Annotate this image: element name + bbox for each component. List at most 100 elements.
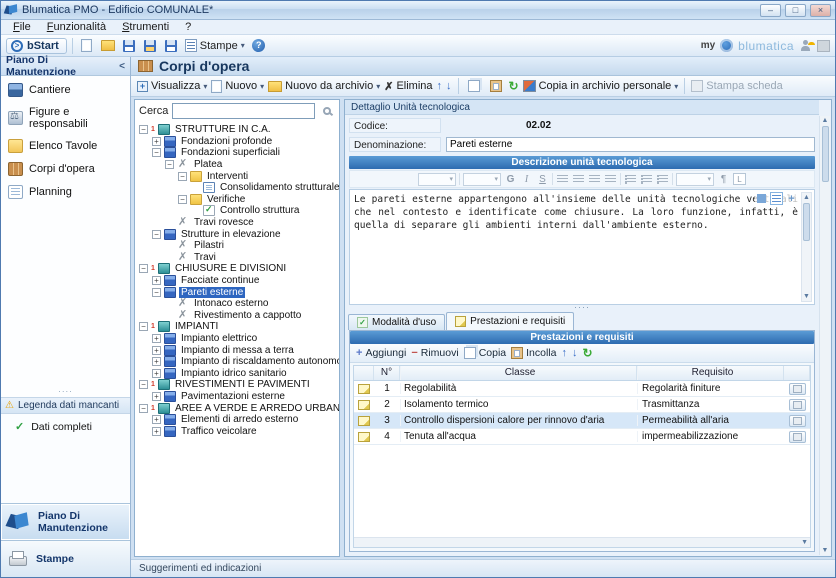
tree-expand-toggle[interactable]: + (152, 276, 161, 285)
search-input[interactable] (172, 103, 315, 119)
visualizza-button[interactable]: + Visualizza ▾ (137, 80, 207, 92)
incolla-button[interactable]: Incolla (511, 347, 556, 359)
tree-collapse-toggle[interactable]: − (139, 404, 148, 413)
overlay-justify-button[interactable] (770, 192, 783, 205)
row-down-button[interactable]: ↓ (572, 347, 578, 359)
sidebar-item-planning[interactable]: Planning (5, 184, 126, 200)
tree-expand-toggle[interactable]: + (152, 392, 161, 401)
tree-item-rivestimenti-e-pavimenti[interactable]: −1RIVESTIMENTI E PAVIMENTI (136, 379, 339, 391)
bstart-button[interactable]: > bStart (6, 38, 67, 54)
move-down-button[interactable]: ↓ (446, 80, 452, 92)
nuovo-button[interactable]: Nuovo ▾ (211, 80, 264, 93)
table-row[interactable]: 4Tenuta all'acquaimpermeabilizzazione (354, 429, 810, 445)
aggiungi-button[interactable]: + Aggiungi (356, 347, 406, 359)
tree-item-strutture-in-elevazione[interactable]: −Strutture in elevazione (136, 228, 339, 240)
tab-prestazioni-e-requisiti[interactable]: Prestazioni e requisiti (446, 312, 574, 330)
tree-collapse-toggle[interactable]: − (152, 148, 161, 157)
editor-scrollbar[interactable]: ▲ ▼ (801, 192, 812, 302)
copy-button[interactable] (465, 77, 483, 95)
bullet-list-button[interactable] (624, 173, 637, 186)
search-button[interactable] (319, 103, 335, 119)
sidebar-item-elenco-tavole[interactable]: Elenco Tavole (5, 138, 126, 154)
tree-collapse-toggle[interactable]: − (165, 160, 174, 169)
align-center-button[interactable] (572, 173, 585, 186)
header-classe[interactable]: Classe (400, 366, 637, 380)
tree-collapse-toggle[interactable]: − (178, 195, 187, 204)
scrollbar-thumb[interactable] (803, 203, 810, 241)
tree-item-strutture-in-c-a[interactable]: −1STRUTTURE IN C.A. (136, 124, 339, 136)
minimize-button[interactable]: – (760, 4, 781, 17)
nuovo-da-archivio-button[interactable]: Nuovo da archivio ▾ (268, 80, 380, 92)
tree-expand-toggle[interactable]: + (152, 427, 161, 436)
menu-item-funzionalit[interactable]: Funzionalità (39, 21, 114, 33)
tree-expand-toggle[interactable]: + (152, 415, 161, 424)
bold-button[interactable]: G (504, 173, 517, 186)
tree-expand-toggle[interactable]: + (152, 357, 161, 366)
scroll-down-icon[interactable]: ▼ (803, 292, 810, 301)
tree-item-pareti-esterne[interactable]: −Pareti esterne (136, 286, 339, 298)
layout-button[interactable]: L (733, 173, 746, 185)
nav-button-piano-di-manutenzione[interactable]: Piano Di Manutenzione (1, 503, 130, 540)
scroll-down-icon[interactable]: ▼ (822, 546, 829, 555)
tree-item-platea[interactable]: −Platea (136, 159, 339, 171)
sidebar-item-corpi-d-opera[interactable]: Corpi d'opera (5, 161, 126, 177)
tree-item-chiusure-e-divisioni[interactable]: −1CHIUSURE E DIVISIONI (136, 263, 339, 275)
stampa-scheda-button[interactable]: Stampa scheda (691, 80, 782, 92)
save-button[interactable] (120, 37, 138, 55)
sidebar-item-figure-e-responsabili[interactable]: Figure e responsabili (5, 105, 126, 131)
user-account-icon[interactable] (799, 39, 812, 52)
new-file-button[interactable] (78, 37, 96, 55)
tree-collapse-toggle[interactable]: − (152, 230, 161, 239)
tree-item-elementi-di-arredo-esterno[interactable]: +Elementi di arredo esterno (136, 414, 339, 426)
copia-button[interactable]: Copia (464, 347, 506, 359)
italic-button[interactable]: I (520, 173, 533, 186)
table-row[interactable]: 2Isolamento termicoTrasmittanza (354, 397, 810, 413)
collapse-left-icon[interactable]: < (119, 61, 125, 72)
detail-scrollbar[interactable]: ▲ ▼ (819, 116, 830, 555)
tree-item-consolidamento-strutturale[interactable]: Consolidamento strutturale (136, 182, 339, 194)
tree-expand-toggle[interactable]: + (152, 137, 161, 146)
scrollbar-thumb[interactable] (822, 126, 829, 182)
scroll-down-icon[interactable]: ▼ (801, 538, 808, 547)
table-row[interactable]: 1RegolabilitàRegolarità finiture (354, 381, 810, 397)
row-detail-button[interactable] (789, 415, 806, 427)
pilcrow-button[interactable]: ¶ (717, 173, 730, 186)
tree-collapse-toggle[interactable]: − (178, 172, 187, 181)
descrizione-editor[interactable]: Le pareti esterne appartengono all'insie… (349, 189, 815, 305)
tree-item-impianti[interactable]: −1IMPIANTI (136, 321, 339, 333)
table-row[interactable]: 3Controllo dispersioni calore per rinnov… (354, 413, 810, 429)
menu-item-strumenti[interactable]: Strumenti (114, 21, 177, 33)
sidebar-item-cantiere[interactable]: Cantiere (5, 82, 126, 98)
tree-item-impianto-di-messa-a-terra[interactable]: +Impianto di messa a terra (136, 344, 339, 356)
justify-button[interactable] (604, 173, 617, 186)
header-requisito[interactable]: Requisito (637, 366, 784, 380)
tree-item-pilastri[interactable]: Pilastri (136, 240, 339, 252)
font-family-select[interactable]: ▾ (418, 173, 456, 186)
nav-button-stampe[interactable]: Stampe (1, 540, 130, 577)
table-hscrollbar[interactable]: ▼ (354, 537, 810, 547)
scroll-up-icon[interactable]: ▲ (803, 193, 810, 202)
tree-item-verifiche[interactable]: −Verifiche (136, 194, 339, 206)
refresh-button[interactable]: ↻ (582, 346, 592, 360)
paste-button[interactable] (487, 77, 505, 95)
tree-item-impianto-di-riscaldamento-autonomo[interactable]: +Impianto di riscaldamento autonomo (136, 356, 339, 368)
tree-item-controllo-struttura[interactable]: Controllo struttura (136, 205, 339, 217)
tree-collapse-toggle[interactable]: − (152, 288, 161, 297)
overlay-fill-button[interactable] (755, 192, 768, 205)
tree-item-aree-a-verde-e-arredo-urbano[interactable]: −1AREE A VERDE E ARREDO URBANO (136, 402, 339, 414)
close-button[interactable]: × (810, 4, 831, 17)
tree-item-intonaco-esterno[interactable]: Intonaco esterno (136, 298, 339, 310)
tree-item-pavimentazioni-esterne[interactable]: +Pavimentazioni esterne (136, 391, 339, 403)
horizontal-splitter[interactable]: ···· (345, 305, 819, 312)
help-button[interactable]: ? (250, 37, 268, 55)
maximize-button[interactable]: □ (785, 4, 806, 17)
tree-item-fondazioni-superficiali[interactable]: −Fondazioni superficiali (136, 147, 339, 159)
menu-item-file[interactable]: File (5, 21, 39, 33)
row-detail-button[interactable] (789, 383, 806, 395)
denominazione-field[interactable] (446, 137, 815, 152)
underline-button[interactable]: S (536, 173, 549, 186)
tree-expand-toggle[interactable]: + (152, 334, 161, 343)
scroll-up-icon[interactable]: ▲ (822, 116, 829, 125)
tree-item-travi-rovesce[interactable]: Travi rovesce (136, 217, 339, 229)
tree-item-fondazioni-profonde[interactable]: +Fondazioni profonde (136, 136, 339, 148)
